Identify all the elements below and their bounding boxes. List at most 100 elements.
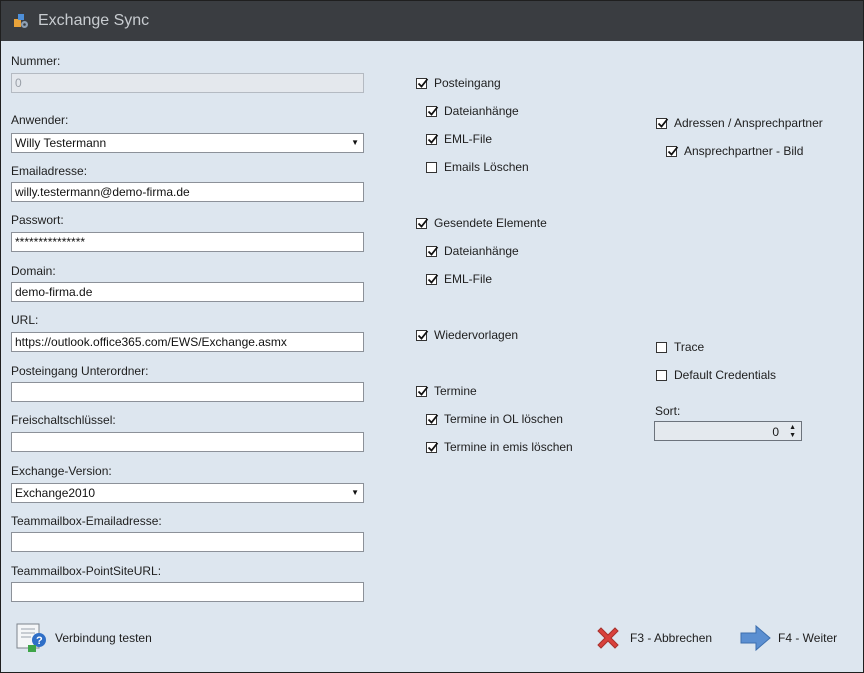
posteingang-unterordner-label: Posteingang Unterordner: — [11, 364, 149, 378]
freischaltschluessel-label: Freischaltschlüssel: — [11, 413, 116, 427]
spin-down-icon[interactable]: ▼ — [789, 432, 796, 439]
checkbox-box — [656, 117, 669, 129]
checkmark-icon — [427, 413, 439, 424]
email-label: Emailadresse: — [11, 164, 88, 178]
checkbox-box — [416, 329, 429, 341]
gesendete-eml-label: EML-File — [444, 272, 493, 286]
anwender-value: Willy Testermann — [15, 136, 107, 150]
checkmark-icon — [427, 105, 439, 116]
adressen-label: Adressen / Ansprechpartner — [674, 116, 823, 130]
trace-checkbox[interactable]: Trace — [656, 339, 704, 355]
checkbox-box — [426, 441, 439, 453]
posteingang-anhaenge-label: Dateianhänge — [444, 104, 519, 118]
checkbox-box — [426, 413, 439, 425]
ansprechpartner-bild-checkbox[interactable]: Ansprechpartner - Bild — [666, 143, 803, 159]
freischaltschluessel-field[interactable] — [11, 432, 364, 452]
exchange-version-value: Exchange2010 — [15, 486, 96, 500]
emails-loeschen-label: Emails Löschen — [444, 160, 529, 174]
checkbox-box — [666, 145, 679, 157]
app-icon — [13, 13, 29, 29]
gesendete-label: Gesendete Elemente — [434, 216, 547, 230]
abbrechen-button[interactable]: F3 - Abbrechen — [594, 623, 712, 653]
gesendete-anhaenge-label: Dateianhänge — [444, 244, 519, 258]
posteingang-checkbox[interactable]: Posteingang — [416, 75, 501, 91]
verbindung-testen-label: Verbindung testen — [55, 631, 152, 645]
checkbox-box — [426, 133, 439, 145]
exchange-sync-window: Exchange Sync Nummer: 0 Anwender: Willy … — [0, 0, 864, 673]
anwender-select[interactable]: Willy Testermann ▼ — [11, 133, 364, 153]
checkbox-box — [426, 161, 437, 173]
chevron-down-icon: ▼ — [351, 488, 359, 497]
termine-emis-loeschen-checkbox[interactable]: Termine in emis löschen — [426, 439, 573, 455]
posteingang-eml-checkbox[interactable]: EML-File — [426, 131, 492, 147]
wiedervorlagen-label: Wiedervorlagen — [434, 328, 519, 342]
checkbox-box — [426, 105, 439, 117]
ansprechpartner-bild-label: Ansprechpartner - Bild — [684, 144, 804, 158]
gesendete-anhaenge-checkbox[interactable]: Dateianhänge — [426, 243, 519, 259]
chevron-down-icon: ▼ — [351, 138, 359, 147]
sort-value: 0 — [772, 425, 779, 439]
passwort-label: Passwort: — [11, 213, 64, 227]
weiter-button[interactable]: F4 - Weiter — [740, 623, 837, 653]
abbrechen-label: F3 - Abbrechen — [630, 631, 713, 645]
cancel-x-icon — [594, 624, 622, 652]
checkmark-icon — [417, 77, 429, 88]
url-field[interactable]: https://outlook.office365.com/EWS/Exchan… — [11, 332, 364, 352]
checkbox-box — [416, 77, 429, 89]
termine-checkbox[interactable]: Termine — [416, 383, 477, 399]
exchange-version-select[interactable]: Exchange2010 ▼ — [11, 483, 364, 503]
checkmark-icon — [417, 329, 429, 340]
wiedervorlagen-checkbox[interactable]: Wiedervorlagen — [416, 327, 518, 343]
sort-label: Sort: — [655, 404, 681, 418]
termine-label: Termine — [434, 384, 477, 398]
posteingang-anhaenge-checkbox[interactable]: Dateianhänge — [426, 103, 519, 119]
passwort-field[interactable]: *************** — [11, 232, 364, 252]
termine-emis-loeschen-label: Termine in emis löschen — [444, 440, 573, 454]
adressen-checkbox[interactable]: Adressen / Ansprechpartner — [656, 115, 823, 131]
nummer-label: Nummer: — [11, 54, 61, 68]
checkbox-box — [426, 245, 439, 257]
svg-text:?: ? — [36, 635, 43, 647]
domain-field[interactable]: demo-firma.de — [11, 282, 364, 302]
domain-label: Domain: — [11, 264, 56, 278]
teammailbox-url-field[interactable] — [11, 582, 364, 602]
default-credentials-label: Default Credentials — [674, 368, 777, 382]
checkmark-icon — [417, 385, 429, 396]
checkbox-box — [416, 385, 429, 397]
termine-ol-loeschen-label: Termine in OL löschen — [444, 412, 563, 426]
default-credentials-checkbox[interactable]: Default Credentials — [656, 367, 776, 383]
gesendete-checkbox[interactable]: Gesendete Elemente — [416, 215, 547, 231]
posteingang-unterordner-field[interactable] — [11, 382, 364, 402]
connection-test-icon: ? — [15, 623, 49, 653]
checkmark-icon — [427, 273, 439, 284]
checkmark-icon — [427, 441, 439, 452]
teammailbox-url-label: Teammailbox-PointSiteURL: — [11, 564, 162, 578]
checkbox-box — [426, 273, 439, 285]
nummer-field[interactable]: 0 — [11, 73, 364, 93]
checkbox-box — [416, 217, 429, 229]
exchange-version-label: Exchange-Version: — [11, 464, 112, 478]
spin-up-icon[interactable]: ▲ — [789, 424, 796, 431]
weiter-label: F4 - Weiter — [778, 631, 838, 645]
title-bar: Exchange Sync — [1, 1, 863, 41]
checkmark-icon — [417, 217, 429, 228]
sort-spinner[interactable]: 0 ▲ ▼ — [654, 421, 802, 441]
url-label: URL: — [11, 313, 39, 327]
teammailbox-email-label: Teammailbox-Emailadresse: — [11, 514, 162, 528]
checkmark-icon — [427, 245, 439, 256]
checkmark-icon — [427, 133, 439, 144]
teammailbox-email-field[interactable] — [11, 532, 364, 552]
emails-loeschen-checkbox[interactable]: Emails Löschen — [426, 159, 529, 175]
anwender-label: Anwender: — [11, 113, 69, 127]
verbindung-testen-button[interactable]: ? Verbindung testen — [15, 623, 152, 653]
checkbox-box — [656, 369, 667, 381]
arrow-right-icon — [740, 624, 772, 652]
checkbox-box — [656, 341, 667, 353]
gesendete-eml-checkbox[interactable]: EML-File — [426, 271, 492, 287]
posteingang-label: Posteingang — [434, 76, 501, 90]
email-field[interactable]: willy.testermann@demo-firma.de — [11, 182, 364, 202]
posteingang-eml-label: EML-File — [444, 132, 493, 146]
termine-ol-loeschen-checkbox[interactable]: Termine in OL löschen — [426, 411, 563, 427]
window-title: Exchange Sync — [38, 12, 150, 29]
checkmark-icon — [667, 145, 679, 156]
